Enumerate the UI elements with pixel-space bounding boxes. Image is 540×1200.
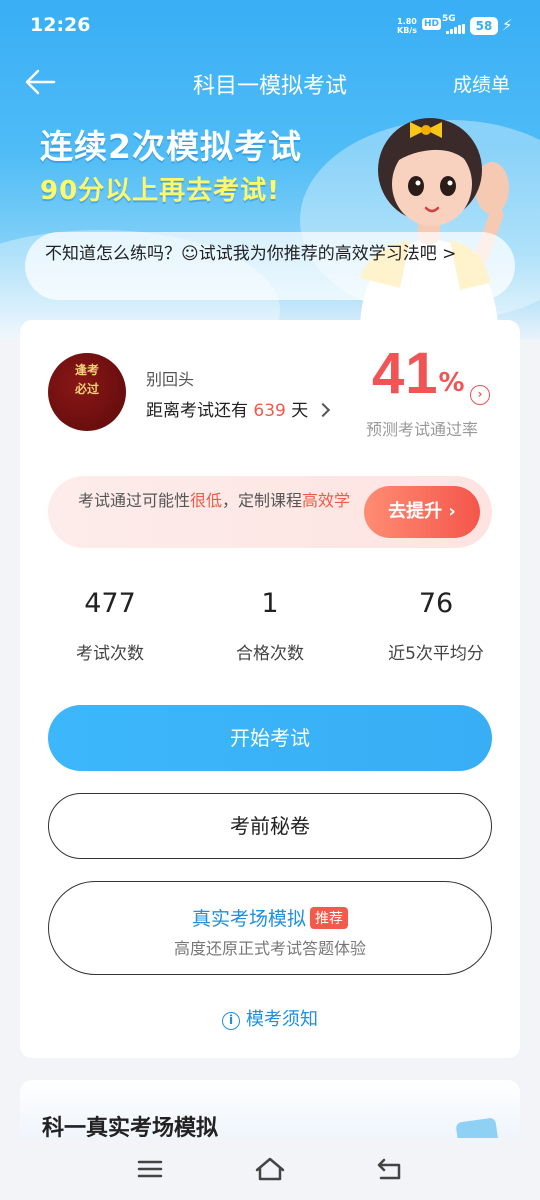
scorecard-link[interactable]: 成绩单 bbox=[453, 70, 510, 97]
exam-notice-link[interactable]: i 模考须知 bbox=[20, 1005, 520, 1031]
slogan-line1: 连续2次模拟考试 bbox=[40, 127, 302, 166]
status-bar: 12:26 1.80 KB/s HD 5G 58 ⚡ bbox=[0, 0, 540, 52]
pass-rate-value: 41 bbox=[372, 341, 439, 406]
pass-rate-label: 预测考试通过率 bbox=[366, 420, 479, 439]
network-label: 5G bbox=[442, 14, 456, 24]
advice-banner: 考试通过可能性很低，定制课程高效学 去提升 › bbox=[48, 476, 492, 548]
stat-avg-score: 76 近5次平均分 bbox=[388, 588, 484, 664]
countdown-days: 639 bbox=[253, 401, 286, 421]
home-icon[interactable] bbox=[250, 1154, 290, 1184]
net-speed: 1.80 KB/s bbox=[397, 17, 417, 35]
real-exam-title: 真实考场模拟 bbox=[191, 908, 306, 930]
start-exam-button[interactable]: 开始考试 bbox=[48, 705, 492, 771]
section-title: 科一真实考场模拟 bbox=[42, 1116, 219, 1140]
hd-icon: HD bbox=[422, 18, 442, 30]
real-exam-simulation-button[interactable]: 真实考场模拟 推荐 高度还原正式考试答题体验 bbox=[48, 881, 492, 975]
menu-icon[interactable] bbox=[130, 1154, 170, 1184]
slogan-line2: 90分以上再去考试! bbox=[40, 176, 281, 206]
user-nickname: 别回头 bbox=[146, 370, 195, 389]
real-exam-subtitle: 高度还原正式考试答题体验 bbox=[173, 939, 366, 958]
chevron-right-icon bbox=[315, 402, 330, 418]
stat-pass-count: 1 合格次数 bbox=[236, 588, 304, 664]
avatar: 逢考 必过 bbox=[48, 353, 126, 431]
status-time: 12:26 bbox=[30, 14, 91, 36]
pass-rate-unit: % bbox=[438, 368, 465, 398]
section-decoration-icon bbox=[455, 1117, 501, 1140]
info-icon: i bbox=[222, 1012, 240, 1030]
exam-stats: 477 考试次数 1 合格次数 76 近5次平均分 bbox=[20, 588, 520, 678]
exam-countdown[interactable]: 距离考试还有 639 天 bbox=[146, 396, 330, 421]
charging-icon: ⚡ bbox=[502, 16, 513, 34]
pass-rate[interactable]: 41% › bbox=[372, 340, 502, 407]
exam-summary-card: 逢考 必过 别回头 距离考试还有 639 天 41% › 预测考试通过率 考试通… bbox=[20, 320, 520, 1058]
improve-button[interactable]: 去提升 › bbox=[364, 486, 480, 538]
battery-icon: 58 bbox=[470, 17, 498, 35]
system-navigation-bar bbox=[0, 1138, 540, 1200]
hero-banner: 12:26 1.80 KB/s HD 5G 58 ⚡ 科目一模拟考试 成绩单 连续… bbox=[0, 0, 540, 340]
recommend-badge: 推荐 bbox=[310, 907, 348, 929]
real-exam-section-card: 科一真实考场模拟 bbox=[20, 1080, 520, 1140]
navigation-bar: 科目一模拟考试 成绩单 bbox=[0, 56, 540, 108]
advice-text: 考试通过可能性很低，定制课程高效学 bbox=[78, 491, 351, 510]
pre-exam-secret-button[interactable]: 考前秘卷 bbox=[48, 793, 492, 859]
signal-icon bbox=[446, 24, 466, 34]
study-tip-banner[interactable]: 不知道怎么练吗？☺试试我为你推荐的高效学习法吧 > bbox=[25, 232, 515, 300]
chevron-right-circle-icon: › bbox=[470, 385, 490, 405]
stat-exam-count: 477 考试次数 bbox=[76, 588, 144, 664]
back-icon[interactable] bbox=[370, 1154, 410, 1184]
